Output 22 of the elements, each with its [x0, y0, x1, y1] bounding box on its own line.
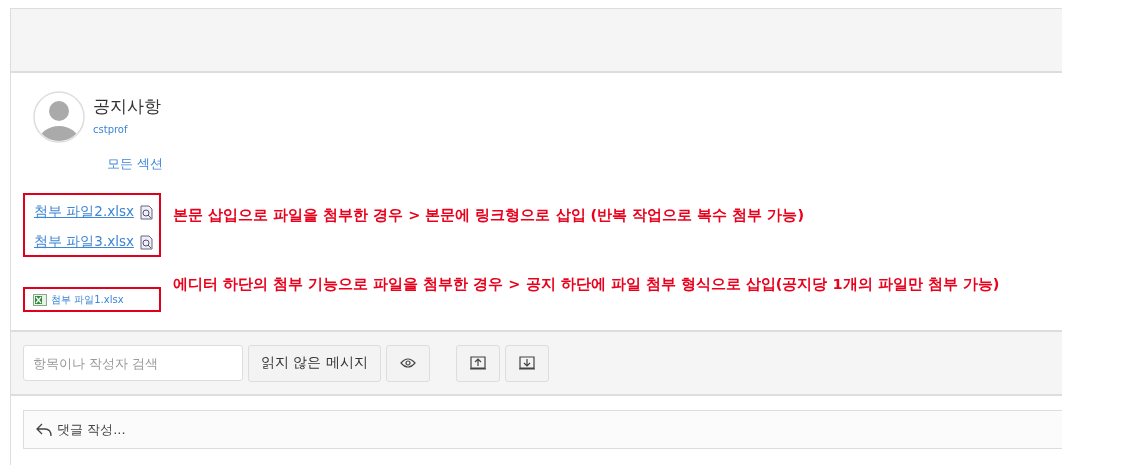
search-field[interactable]: 항목이나 작성자 검색	[23, 345, 243, 381]
document-icon	[139, 204, 153, 220]
avatar-icon	[33, 91, 85, 143]
reply-icon	[36, 422, 52, 437]
unread-messages-button[interactable]: 읽지 않은 메시지	[248, 344, 381, 382]
upload-icon	[469, 356, 486, 370]
attachment-link[interactable]: 첨부 파일3.xlsx	[34, 233, 134, 251]
document-icon	[139, 234, 153, 250]
download-button[interactable]	[504, 344, 549, 382]
upload-button[interactable]	[455, 344, 500, 382]
author-name: cstprof	[93, 124, 129, 135]
section-link[interactable]: 모든 섹션	[107, 155, 164, 173]
eye-icon	[399, 358, 416, 368]
eye-button[interactable]	[385, 344, 430, 382]
attachment-link[interactable]: 첨부 파일1.xlsx	[51, 292, 124, 307]
post-title: 공지사항	[93, 95, 161, 118]
annotation-note: 본문 삽입으로 파일을 첨부한 경우 > 본문에 링크형으로 삽입 (반복 작업으로 복수 첨부 가능)	[173, 205, 805, 225]
attachment-link[interactable]: 첨부 파일2.xlsx	[34, 203, 134, 221]
reply-field[interactable]: 댓글 작성...	[23, 410, 1062, 449]
spreadsheet-icon	[33, 293, 47, 306]
annotation-note: 에디터 하단의 첨부 기능으로 파일을 첨부한 경우 > 공지 하단에 파일 첨부 형식으로 삽입(공지당 1개의 파일만 첨부 가능)	[173, 275, 1000, 294]
download-icon	[518, 356, 535, 370]
